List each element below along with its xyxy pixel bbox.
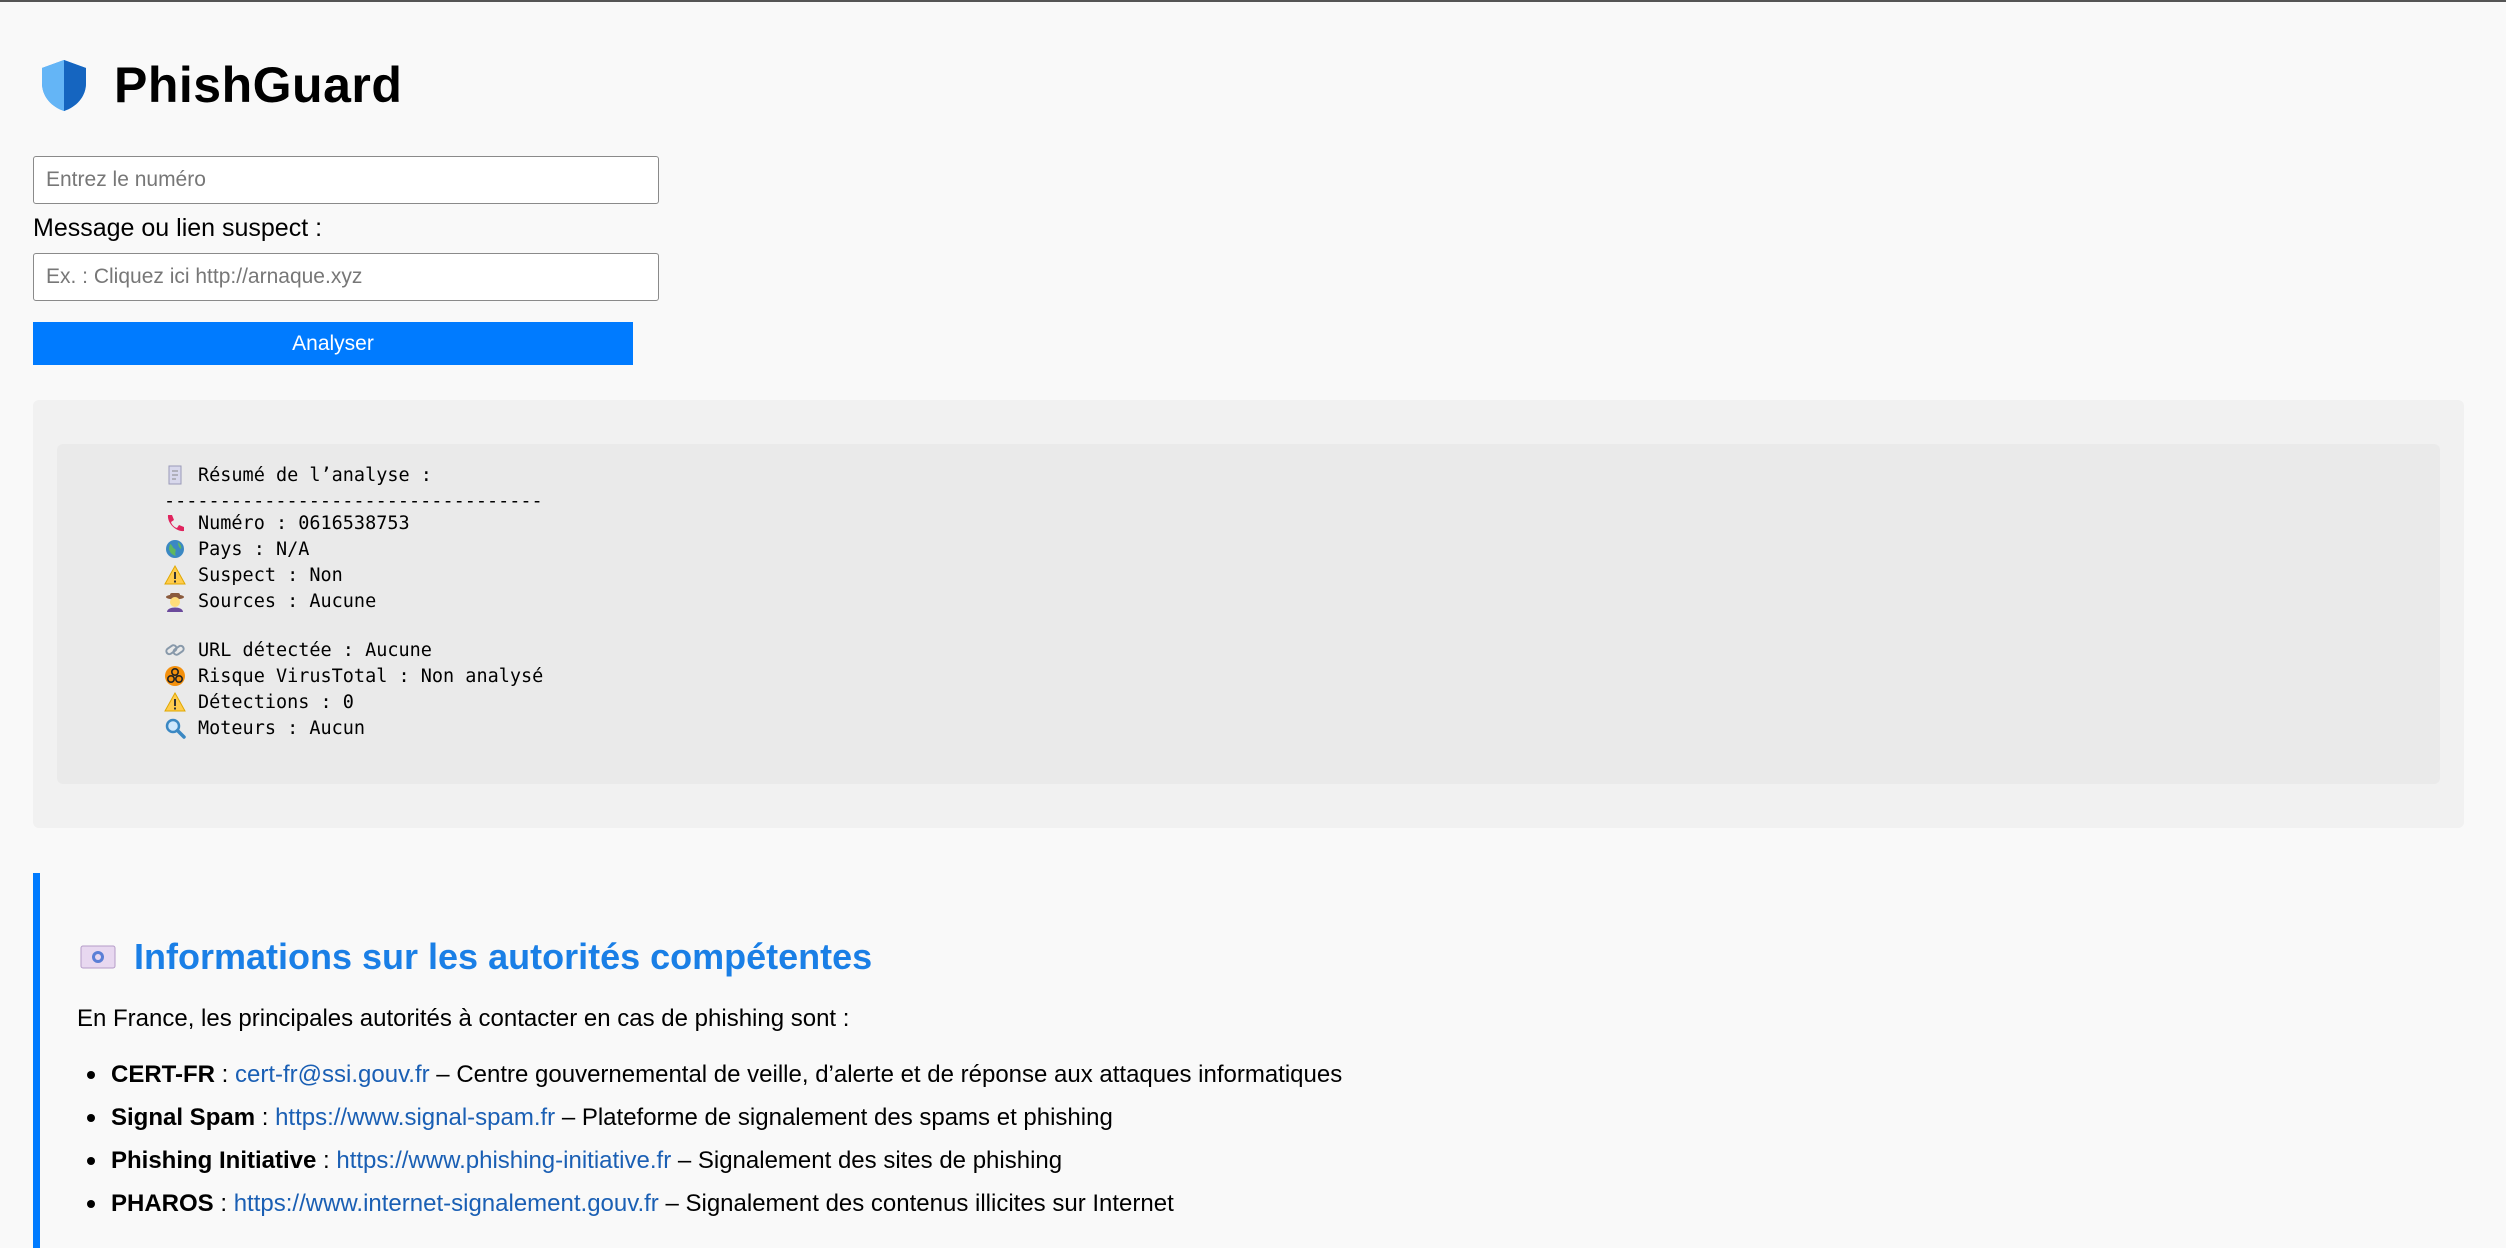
result-sources: Sources : Aucune [198, 590, 377, 612]
authority-link-cert-fr[interactable]: cert-fr@ssi.gouv.fr [235, 1061, 430, 1089]
bullet [87, 1113, 95, 1122]
authority-name: Signal Spam [111, 1103, 256, 1131]
warning-icon [164, 691, 186, 712]
app-header: PhishGuard [38, 56, 402, 114]
result-line: Numéro : 0616538753 [164, 512, 410, 534]
result-line: Pays : N/A [164, 538, 309, 560]
result-line: Détections : 0 [164, 691, 354, 713]
authority-link-phishing-initiative[interactable]: https://www.phishing-initiative.fr [336, 1147, 671, 1175]
authority-description: – Signalement des contenus illicites sur… [658, 1189, 1174, 1217]
authorities-title: Informations sur les autorités compétent… [134, 936, 873, 977]
analysis-result-panel: Résumé de l’analyse : ------------------… [33, 400, 2464, 828]
authority-description: – Signalement des sites de phishing [671, 1146, 1063, 1174]
separator-text: : [215, 1060, 236, 1088]
list-item: Signal Spam : https://www.signal-spam.fr… [77, 1096, 1342, 1139]
app-title: PhishGuard [114, 57, 403, 113]
biohazard-icon [165, 666, 185, 686]
result-url: URL détectée : Aucune [198, 639, 432, 661]
authority-name: Phishing Initiative [111, 1146, 317, 1174]
result-heading: Résumé de l’analyse : [198, 464, 432, 486]
flag-badge-icon [80, 945, 116, 969]
authorities-intro: En France, les principales autorités à c… [77, 1005, 850, 1032]
authority-name: CERT-FR [111, 1060, 215, 1088]
authority-description: – Plateforme de signalement des spams et… [555, 1103, 1113, 1131]
magnifier-icon [165, 718, 186, 739]
result-line: Sources : Aucune [164, 590, 376, 612]
warning-icon [164, 564, 186, 585]
bullet [87, 1199, 95, 1208]
shield-icon [42, 60, 86, 111]
analysis-result-text: Résumé de l’analyse : ------------------… [57, 444, 2440, 784]
result-virustotal: Risque VirusTotal : Non analysé [198, 665, 544, 687]
result-heading-line: Résumé de l’analyse : [164, 464, 432, 486]
separator-text: : [255, 1103, 276, 1131]
analyze-button[interactable]: Analyser [33, 322, 633, 365]
result-line: Suspect : Non [164, 564, 343, 586]
result-engines: Moteurs : Aucun [198, 717, 366, 739]
list-item: CERT-FR : cert-fr@ssi.gouv.fr – Centre g… [77, 1053, 1342, 1096]
authority-name: PHAROS [111, 1189, 214, 1217]
authority-link-pharos[interactable]: https://www.internet-signalement.gouv.fr [234, 1190, 659, 1218]
bullet [87, 1156, 95, 1165]
message-label: Message ou lien suspect : [33, 214, 323, 242]
phone-icon [167, 515, 184, 532]
authorities-header: Informations sur les autorités compétent… [80, 936, 872, 978]
result-phone-number: Numéro : 0616538753 [198, 512, 410, 534]
bullet [87, 1070, 95, 1079]
detective-icon [166, 593, 184, 612]
list-item: Phishing Initiative : https://www.phishi… [77, 1139, 1342, 1182]
result-line: Moteurs : Aucun [164, 717, 365, 739]
separator-text: : [316, 1146, 337, 1174]
authority-link-signal-spam[interactable]: https://www.signal-spam.fr [275, 1104, 555, 1132]
result-separator: ---------------------------------- [164, 491, 543, 512]
result-suspect: Suspect : Non [198, 564, 343, 586]
phone-number-input[interactable] [33, 156, 659, 204]
suspicious-message-input[interactable] [33, 253, 659, 301]
receipt-icon [168, 465, 182, 485]
authorities-section: Informations sur les autorités compétent… [33, 873, 2506, 1248]
authorities-list: CERT-FR : cert-fr@ssi.gouv.fr – Centre g… [77, 1053, 1342, 1225]
authority-description: – Centre gouvernemental de veille, d’ale… [429, 1060, 1343, 1088]
separator-text: : [213, 1189, 234, 1217]
result-country: Pays : N/A [198, 538, 310, 560]
list-item: PHAROS : https://www.internet-signalemen… [77, 1182, 1342, 1225]
result-detections: Détections : 0 [198, 691, 354, 713]
globe-icon [166, 540, 184, 558]
link-icon [165, 644, 185, 656]
result-line: Risque VirusTotal : Non analysé [164, 665, 543, 687]
result-line: URL détectée : Aucune [164, 639, 432, 661]
top-border [0, 0, 2506, 2]
